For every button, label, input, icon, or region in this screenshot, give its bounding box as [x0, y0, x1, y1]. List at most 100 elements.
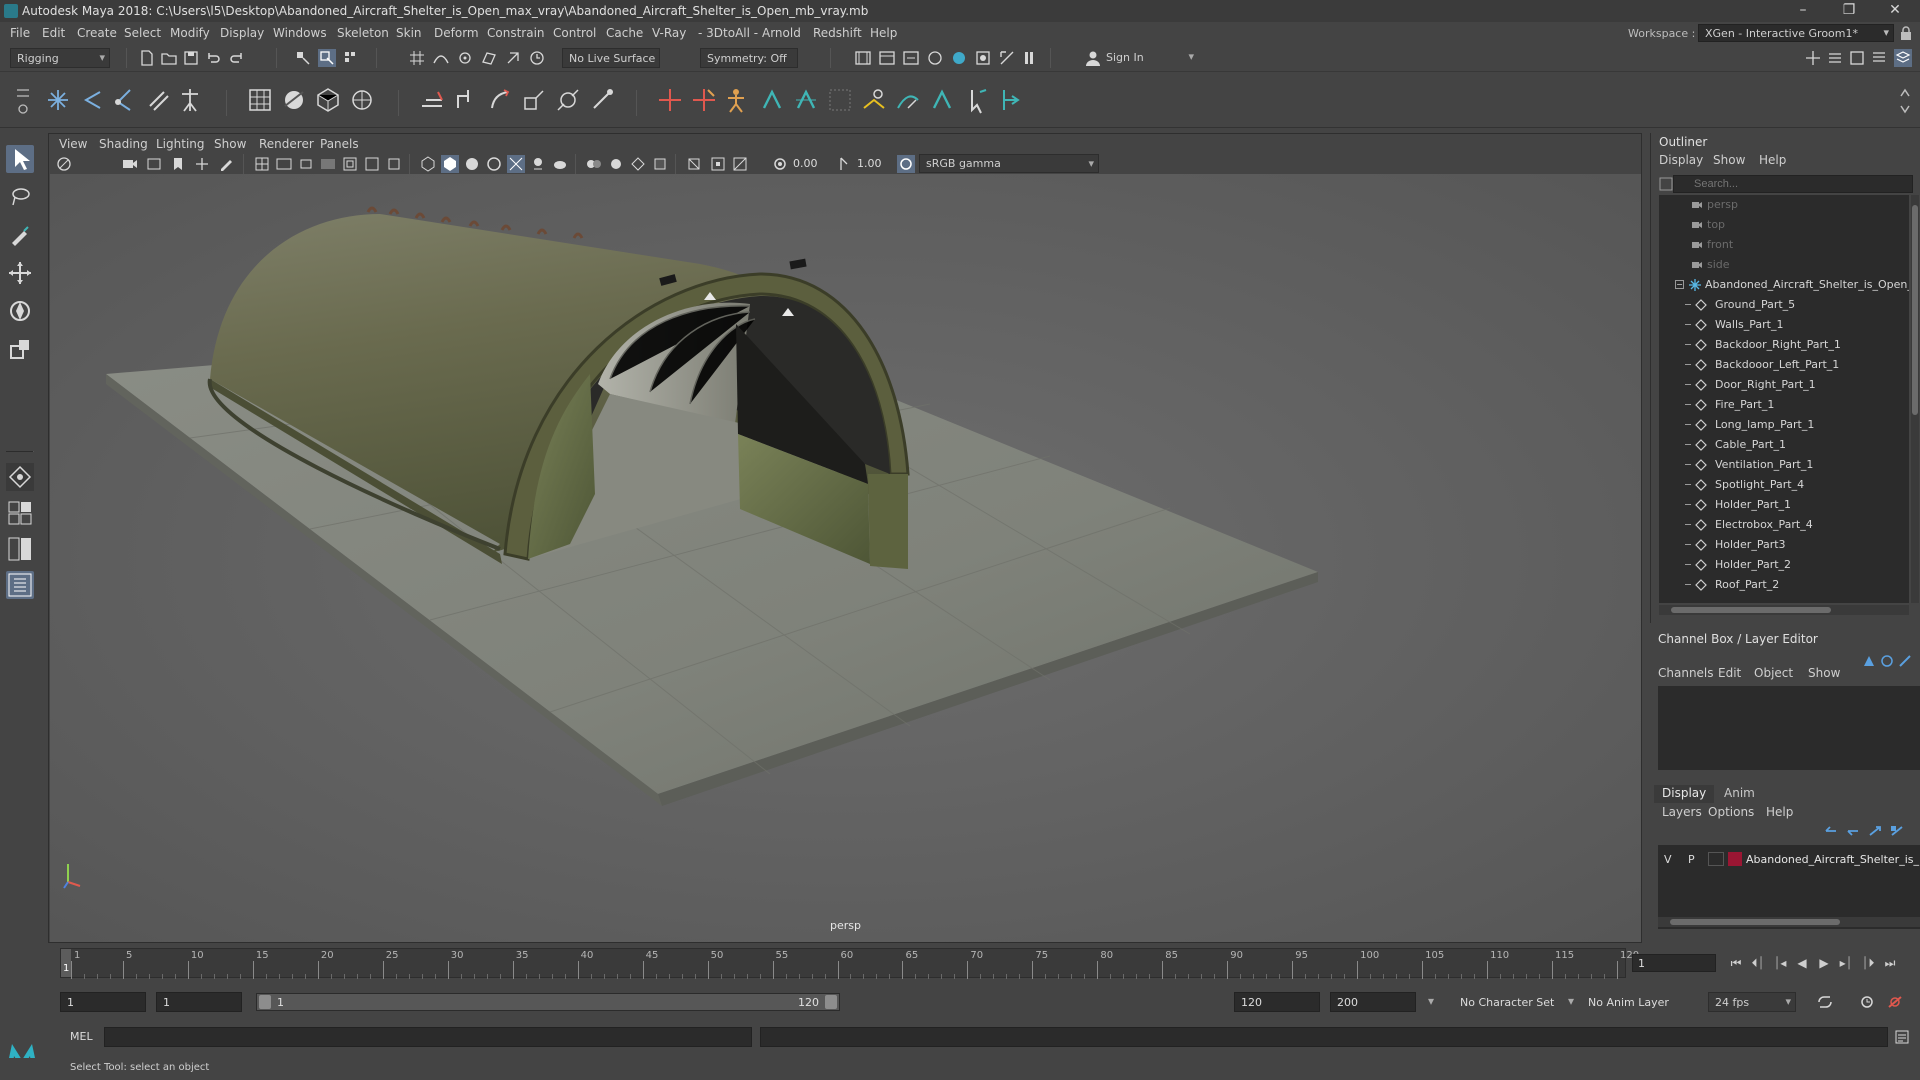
- auto-key-icon[interactable]: [1858, 994, 1876, 1010]
- scale-constraint-icon[interactable]: [520, 86, 548, 114]
- outliner-item-front[interactable]: front: [1659, 235, 1909, 255]
- camera-icon[interactable]: [121, 155, 139, 173]
- exposure-icon[interactable]: [771, 155, 789, 173]
- layer-menu-help[interactable]: Help: [1766, 805, 1793, 819]
- grid-toggle-icon[interactable]: [253, 155, 271, 173]
- play-backwards-button[interactable]: ◀: [1794, 955, 1810, 971]
- lock-icon[interactable]: [1900, 26, 1912, 40]
- outliner-item[interactable]: Holder_Part3: [1659, 535, 1909, 555]
- grease-pencil-icon[interactable]: [217, 155, 235, 173]
- collapse-icon[interactable]: −: [1675, 280, 1684, 289]
- menu-select[interactable]: Select: [124, 26, 161, 40]
- timeline-track[interactable]: 1 5 10 15 20 25 30 35 40 45 50 55 60 65 70 75 80 85 90 95 10…: [60, 948, 1639, 979]
- tab-anim[interactable]: Anim: [1716, 785, 1763, 803]
- panel-menu-view[interactable]: View: [59, 137, 87, 151]
- snap-to-view-plane-icon[interactable]: [480, 49, 498, 67]
- range-start-handle[interactable]: [259, 995, 271, 1009]
- layer-hscrollbar[interactable]: [1658, 917, 1920, 927]
- channel-menu-edit[interactable]: Edit: [1718, 666, 1741, 680]
- aim-constraint-icon[interactable]: [554, 86, 582, 114]
- menu-control[interactable]: Control: [553, 26, 596, 40]
- gate-mask-icon[interactable]: [319, 155, 337, 173]
- locator-control-icon[interactable]: [690, 86, 718, 114]
- playback-end-field[interactable]: 120: [1234, 992, 1320, 1012]
- menu-constrain[interactable]: Constrain: [487, 26, 545, 40]
- character-controls-icon[interactable]: [928, 86, 956, 114]
- scrollbar-thumb[interactable]: [1670, 919, 1840, 925]
- image-plane-icon[interactable]: [145, 155, 163, 173]
- render-sequence-icon[interactable]: [998, 49, 1016, 67]
- script-editor-icon[interactable]: [1894, 1029, 1910, 1045]
- motion-blur-icon[interactable]: [585, 155, 603, 173]
- mel-command-input[interactable]: [104, 1027, 752, 1047]
- outliner-vscrollbar[interactable]: [1911, 195, 1919, 603]
- paint-select-tool-icon[interactable]: [6, 221, 34, 249]
- layout-outliner-persp-icon[interactable]: [6, 571, 34, 599]
- soft-select-icon[interactable]: [6, 463, 34, 491]
- animation-end-field[interactable]: 200: [1330, 992, 1416, 1012]
- move-layer-down-icon[interactable]: [1846, 825, 1860, 837]
- render-settings-icon[interactable]: [902, 49, 920, 67]
- shelf-settings-icon[interactable]: [16, 102, 30, 116]
- isolate-select-icon[interactable]: [651, 155, 669, 173]
- shelf-menu-icon[interactable]: [16, 88, 30, 98]
- animation-start-field[interactable]: 1: [60, 992, 146, 1012]
- symmetry-dropdown[interactable]: Symmetry: Off: [700, 48, 798, 68]
- history-icon[interactable]: [528, 49, 546, 67]
- quick-rig-icon[interactable]: [758, 86, 786, 114]
- menu-3dtoall[interactable]: - 3DtoAll -: [698, 26, 758, 40]
- multisample-aa-icon[interactable]: [607, 155, 625, 173]
- lattice-icon[interactable]: [246, 86, 274, 114]
- outliner-item-top[interactable]: top: [1659, 215, 1909, 235]
- attribute-editor-icon[interactable]: [1826, 49, 1844, 67]
- menu-deform[interactable]: Deform: [434, 26, 479, 40]
- textured-icon[interactable]: [485, 155, 503, 173]
- smooth-shade-icon[interactable]: [441, 155, 459, 173]
- rotate-tool-icon[interactable]: [6, 297, 34, 325]
- range-end-handle[interactable]: [825, 995, 837, 1009]
- edit-icon[interactable]: [1898, 654, 1912, 668]
- outliner-item[interactable]: Backdoor_Right_Part_1: [1659, 335, 1909, 355]
- shadows-icon[interactable]: [529, 155, 547, 173]
- outliner-item[interactable]: Door_Right_Part_1: [1659, 375, 1909, 395]
- film-gate-icon[interactable]: [275, 155, 293, 173]
- channel-box-toggle-icon[interactable]: [1870, 49, 1888, 67]
- attribute-icon[interactable]: [1880, 654, 1894, 668]
- outliner-item-persp[interactable]: persp: [1659, 195, 1909, 215]
- outliner-search-input[interactable]: [1673, 175, 1913, 193]
- paint-skin-weights-icon[interactable]: [826, 86, 854, 114]
- outliner-item[interactable]: Cable_Part_1: [1659, 435, 1909, 455]
- playback-start-field[interactable]: 1: [156, 992, 242, 1012]
- color-space-dropdown[interactable]: sRGB gamma ▾: [919, 154, 1099, 173]
- play-forwards-button[interactable]: ▶: [1816, 955, 1832, 971]
- arnold-render-icon[interactable]: [950, 49, 968, 67]
- screen-space-ao-icon[interactable]: [551, 155, 569, 173]
- joint-tool-icon[interactable]: [44, 86, 72, 114]
- live-surface-field[interactable]: No Live Surface: [562, 48, 660, 68]
- outliner-item-side[interactable]: side: [1659, 255, 1909, 275]
- vray-frame-buffer-icon[interactable]: [974, 49, 992, 67]
- step-back-key-button[interactable]: ⏐◂: [1772, 955, 1788, 971]
- channel-menu-show[interactable]: Show: [1808, 666, 1840, 680]
- layer-menu-options[interactable]: Options: [1708, 805, 1754, 819]
- redo-icon[interactable]: [228, 49, 246, 67]
- outliner-item[interactable]: Roof_Part_2: [1659, 575, 1909, 595]
- lasso-tool-icon[interactable]: [6, 183, 34, 211]
- snap-to-point-icon[interactable]: [456, 49, 474, 67]
- panel-menu-renderer[interactable]: Renderer: [259, 137, 314, 151]
- menu-arnold[interactable]: Arnold: [762, 26, 801, 40]
- close-button[interactable]: ✕: [1872, 0, 1918, 22]
- cluster-icon[interactable]: [348, 86, 376, 114]
- sign-in-button[interactable]: Sign In ▾: [1080, 48, 1198, 68]
- wrap-deformer-icon[interactable]: [280, 86, 308, 114]
- save-scene-icon[interactable]: [182, 49, 200, 67]
- menu-edit[interactable]: Edit: [42, 26, 65, 40]
- step-forward-key-button[interactable]: ▸⏐: [1838, 955, 1854, 971]
- step-back-frame-button[interactable]: ⏴⏐: [1750, 955, 1766, 971]
- exposure-value[interactable]: 0.00: [793, 157, 818, 170]
- menu-file[interactable]: File: [10, 26, 30, 40]
- bookmark-icon[interactable]: [169, 155, 187, 173]
- tool-settings-icon[interactable]: [1848, 49, 1866, 67]
- layer-editor-toggle-icon[interactable]: [1894, 49, 1912, 67]
- outliner-hscrollbar[interactable]: [1659, 605, 1909, 615]
